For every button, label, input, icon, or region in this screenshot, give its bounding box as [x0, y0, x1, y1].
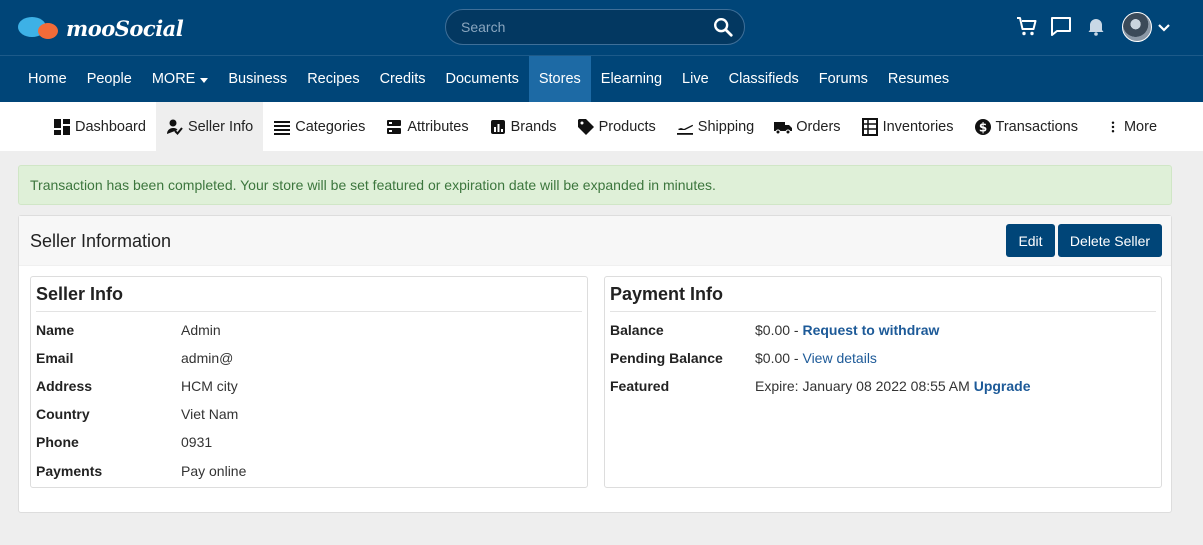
tag-icon	[577, 118, 594, 135]
seller-info-box: Seller Info Name Admin Email admin@ Addres…	[30, 276, 588, 488]
more-vertical-icon	[1111, 120, 1115, 133]
chart-icon	[490, 119, 505, 134]
nav-item-resumes[interactable]: Resumes	[878, 56, 959, 102]
logo-text: mooSocial	[66, 15, 184, 41]
plane-icon	[676, 124, 693, 135]
view-details-link[interactable]: View details	[802, 350, 876, 366]
nav-item-forums[interactable]: Forums	[809, 56, 878, 102]
chat-icon[interactable]	[1049, 14, 1073, 38]
user-check-icon	[166, 119, 183, 135]
nav-item-home[interactable]: Home	[18, 56, 77, 102]
nav-item-recipes[interactable]: Recipes	[297, 56, 369, 102]
seller-information-panel: Seller Information Edit Delete Seller Se…	[18, 215, 1172, 513]
subnav-dashboard[interactable]: Dashboard	[43, 102, 156, 151]
subnav-shipping[interactable]: Shipping	[666, 102, 764, 151]
nav-item-elearning[interactable]: Elearning	[591, 56, 672, 102]
search-input[interactable]	[461, 10, 701, 44]
site-logo[interactable]: mooSocial	[16, 12, 184, 44]
nav-item-documents[interactable]: Documents	[436, 56, 529, 102]
alert-message: Transaction has been completed. Your sto…	[30, 177, 716, 193]
dashboard-icon	[54, 118, 70, 135]
panel-header: Seller Information Edit Delete Seller	[19, 216, 1171, 266]
search-box	[445, 9, 745, 45]
subnav-inventories[interactable]: Inventories	[851, 102, 964, 151]
upgrade-link[interactable]: Upgrade	[974, 378, 1031, 394]
subnav-transactions[interactable]: $ Transactions	[964, 102, 1088, 151]
balance-value: $0.00 -	[755, 322, 803, 338]
subnav-seller-info[interactable]: Seller Info	[155, 102, 264, 151]
truck-icon	[774, 121, 793, 134]
subnav-orders[interactable]: Orders	[764, 102, 850, 151]
chevron-down-icon[interactable]	[1156, 20, 1172, 36]
top-header: mooSocial	[0, 0, 1203, 55]
divider	[610, 311, 1156, 312]
logo-icon	[16, 13, 64, 43]
subnav-brands[interactable]: Brands	[479, 102, 567, 151]
subnav-categories[interactable]: Categories	[263, 102, 375, 151]
svg-text:$: $	[978, 120, 986, 134]
edit-button[interactable]: Edit	[1006, 224, 1055, 257]
panel-title: Seller Information	[30, 231, 172, 251]
success-alert: Transaction has been completed. Your sto…	[18, 165, 1172, 205]
cart-icon[interactable]	[1015, 14, 1039, 38]
store-sub-nav: Dashboard Seller Info Categories Attribu…	[0, 102, 1203, 151]
nav-item-people[interactable]: People	[77, 56, 142, 102]
payment-info-box: Payment Info Balance $0.00 - Request to …	[604, 276, 1162, 488]
subnav-more[interactable]: More	[1088, 102, 1167, 151]
inventory-icon	[861, 117, 878, 136]
main-nav: Home People MORE Business Recipes Credit…	[0, 55, 1203, 102]
dollar-icon: $	[974, 118, 991, 135]
caret-down-icon	[200, 77, 209, 83]
nav-item-stores[interactable]: Stores	[528, 56, 591, 102]
featured-value: Expire: January 08 2022 08:55 AM	[755, 378, 974, 394]
nav-item-more[interactable]: MORE	[142, 56, 219, 102]
request-withdraw-link[interactable]: Request to withdraw	[802, 322, 939, 338]
search-icon[interactable]	[712, 16, 734, 38]
bell-icon[interactable]	[1084, 14, 1108, 38]
subnav-attributes[interactable]: Attributes	[375, 102, 478, 151]
payment-info-title: Payment Info	[610, 284, 724, 304]
user-avatar[interactable]	[1122, 12, 1152, 42]
nav-item-classifieds[interactable]: Classifieds	[719, 56, 809, 102]
list-icon	[274, 120, 291, 135]
server-icon	[387, 119, 402, 134]
nav-item-credits[interactable]: Credits	[370, 56, 436, 102]
pending-value: $0.00 -	[755, 350, 803, 366]
seller-info-title: Seller Info	[36, 284, 124, 304]
delete-seller-button[interactable]: Delete Seller	[1058, 224, 1162, 257]
divider	[36, 311, 582, 312]
subnav-products[interactable]: Products	[567, 102, 666, 151]
nav-item-business[interactable]: Business	[218, 56, 297, 102]
nav-item-live[interactable]: Live	[672, 56, 719, 102]
